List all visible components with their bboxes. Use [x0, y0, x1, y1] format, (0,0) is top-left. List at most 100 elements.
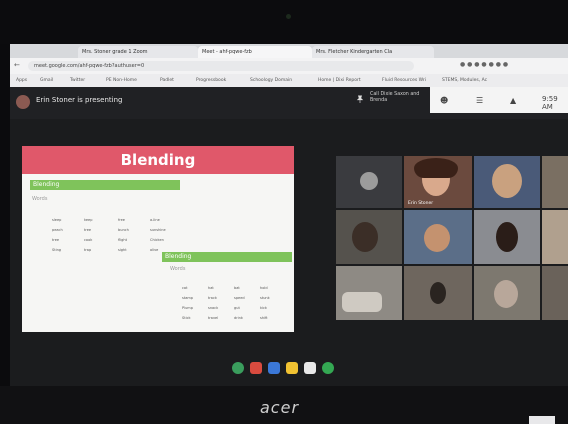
activities-icon[interactable]: ▲ [510, 96, 516, 105]
call-note: Call Dixie Saxon and Brenda [370, 92, 420, 103]
tab-label: Mrs. Stoner grade 1 Zoom [82, 49, 148, 55]
presented-slide: Blending Blending Words sleep keep free … [22, 146, 294, 332]
word-cell: cook [84, 238, 93, 242]
clock-time: 9:59 AM [542, 95, 558, 111]
tab-label: Mrs. Fletcher Kindergarten Cla [316, 49, 393, 55]
pin-icon[interactable] [356, 95, 364, 103]
light-glare [529, 416, 555, 424]
word-cell: travel [208, 316, 219, 320]
word-cell: trap [84, 248, 92, 252]
tab-zoom[interactable]: Mrs. Stoner grade 1 Zoom [78, 46, 198, 58]
word-cell: peach [52, 228, 63, 232]
participant-face [352, 222, 378, 252]
word-cell: olive [150, 248, 159, 252]
extensions-icon[interactable]: ● ● ● ● ● ● ● [460, 61, 508, 68]
tab-kindergarten[interactable]: Mrs. Fletcher Kindergarten Cla [312, 46, 434, 58]
bookmarks-bar: Apps Gmail Twitter PE Non-Home Padlet Pr… [10, 74, 568, 87]
bookmark-home[interactable]: Home | Dixi Report [318, 76, 361, 85]
bookmark-pe[interactable]: PE Non-Home [106, 76, 137, 85]
tab-label: Meet - ahf-pqwe-fzb [202, 49, 252, 55]
participant-tile[interactable] [542, 156, 568, 208]
word-cell: keep [84, 218, 93, 222]
gmail-icon[interactable] [304, 362, 316, 374]
word-cell: tree [84, 228, 92, 232]
meet-header: Erin Stoner is presenting Call Dixie Sax… [10, 87, 568, 119]
participant-tile[interactable] [336, 210, 402, 264]
back-arrow-icon[interactable]: ← [14, 61, 20, 69]
meet-controls: ☻ ☰ ▲ 9:59 AM [430, 87, 568, 113]
bookmark-progressbook[interactable]: Progressbook [196, 76, 226, 85]
meet-app-icon[interactable] [250, 362, 262, 374]
participant-face [430, 282, 446, 304]
word-cell: shift [260, 316, 268, 320]
word-cell: sight [118, 248, 127, 252]
participant-name: Erin Stoner [408, 201, 434, 206]
laptop-logo: acer [260, 398, 300, 417]
slide-section-bar: Blending [30, 180, 180, 190]
word-cell: speed [234, 296, 245, 300]
docs-icon[interactable] [268, 362, 280, 374]
word-cell: Sting [52, 248, 62, 252]
participant-hair [414, 158, 458, 178]
bookmark-gmail[interactable]: Gmail [40, 76, 53, 85]
word-cell: sleep [52, 218, 62, 222]
url-field[interactable]: meet.google.com/ahf-pqwe-fzb?authuser=0 [28, 61, 414, 71]
word-cell: bunch [118, 228, 129, 232]
word-cell: stamp [182, 296, 193, 300]
participant-tile[interactable] [336, 156, 402, 208]
word-cell: snack [208, 306, 219, 310]
chat-icon[interactable]: ☰ [476, 96, 483, 105]
tab-meet[interactable]: Meet - ahf-pqwe-fzb [198, 46, 312, 58]
laptop-bottom-bezel: acer [0, 386, 568, 424]
avatar [360, 172, 378, 190]
participant-tile[interactable] [474, 156, 540, 208]
participant-tile[interactable] [336, 266, 402, 320]
browser-tab-strip: Mrs. Stoner grade 1 Zoom Meet - ahf-pqwe… [10, 44, 568, 58]
participant-tile-presenter[interactable]: Erin Stoner [404, 156, 472, 208]
bookmark-fluid[interactable]: Fluid Resources Wri [382, 76, 426, 85]
bookmark-padlet[interactable]: Padlet [160, 76, 174, 85]
participant-tile[interactable] [474, 266, 540, 320]
slides-icon[interactable] [286, 362, 298, 374]
word-cell: Stick [182, 316, 191, 320]
slide-subtitle-2: Words [170, 266, 186, 272]
participant-tile[interactable] [474, 210, 540, 264]
people-icon[interactable]: ☻ [440, 96, 448, 105]
word-cell: tree [52, 238, 60, 242]
word-cell: hold [260, 286, 268, 290]
slide-title: Blending [22, 146, 294, 174]
word-cell: a-line [150, 218, 160, 222]
participant-face [496, 222, 518, 252]
bookmark-apps[interactable]: Apps [16, 76, 27, 85]
bookmark-schoology[interactable]: Schoology Domain [250, 76, 292, 85]
chrome-icon[interactable] [232, 362, 244, 374]
word-cell: flight [118, 238, 127, 242]
participant-tile[interactable] [404, 210, 472, 264]
word-cell: bat [234, 286, 240, 290]
participant-face [424, 224, 450, 252]
word-cell: drink [234, 316, 243, 320]
avatar [16, 95, 30, 109]
word-cell: track [208, 296, 217, 300]
word-cell: free [118, 218, 125, 222]
participant-face [494, 280, 518, 308]
participant-tile[interactable] [542, 210, 568, 264]
word-cell: sunshine [150, 228, 166, 232]
word-cell: kick [260, 306, 267, 310]
slide-section-bar-2: Blending [162, 252, 292, 262]
word-cell: hat [208, 286, 214, 290]
word-cell: Plump [182, 306, 193, 310]
word-cell: stunk [260, 296, 270, 300]
bookmark-stems[interactable]: STEMS, Modules, Ac [442, 76, 487, 85]
address-bar: ← meet.google.com/ahf-pqwe-fzb?authuser=… [10, 58, 568, 74]
laptop-screen: Mrs. Stoner grade 1 Zoom Meet - ahf-pqwe… [10, 44, 568, 386]
bookmark-twitter[interactable]: Twitter [70, 76, 85, 85]
participant-tile[interactable] [542, 266, 568, 320]
participant-tile[interactable] [404, 266, 472, 320]
slide-subtitle: Words [32, 196, 48, 202]
classroom-icon[interactable] [322, 362, 334, 374]
laptop-top-bezel [0, 0, 568, 44]
webcam-dot [286, 14, 291, 19]
word-cell: Chicken [150, 238, 164, 242]
word-cell: cat [182, 286, 188, 290]
